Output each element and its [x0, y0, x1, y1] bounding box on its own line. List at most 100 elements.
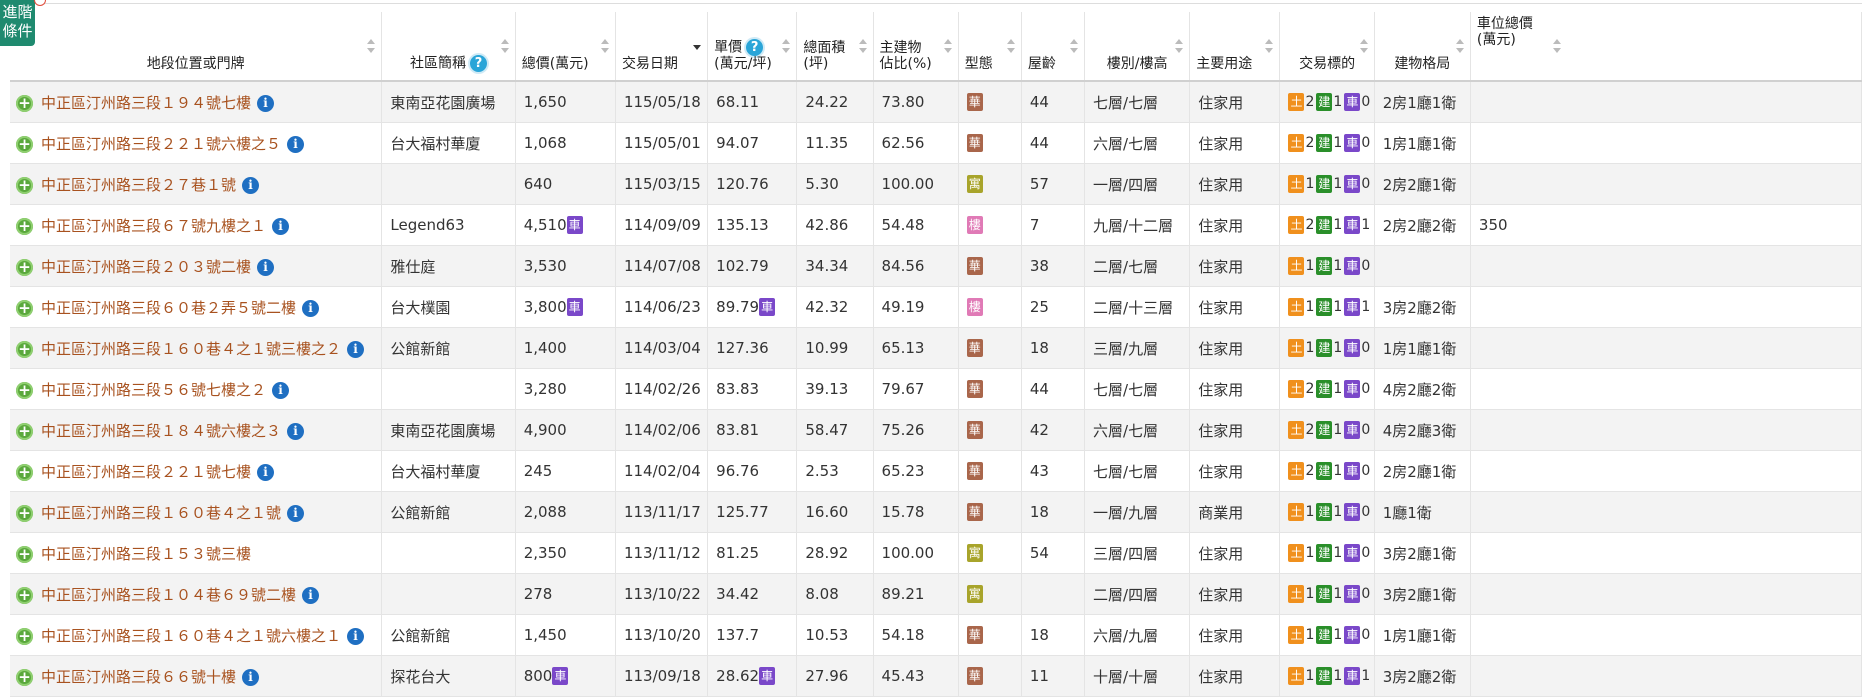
- table-row[interactable]: + 中正區汀州路三段１８４號六樓之３ i 東南亞花園廣場 4,900 114/02/06 8…: [10, 409, 1862, 451]
- sort-icon[interactable]: [1359, 39, 1368, 53]
- col-header-address[interactable]: 地段位置或門牌: [10, 12, 383, 82]
- cell-address[interactable]: + 中正區汀州路三段２２１號七樓 i: [10, 450, 383, 492]
- sort-icon[interactable]: [367, 39, 376, 53]
- table-row[interactable]: + 中正區汀州路三段１０４巷６９號二樓 i 278 113/10/22 34.42 8.08…: [10, 573, 1862, 615]
- col-header-age[interactable]: 屋齡: [1021, 12, 1086, 82]
- info-icon[interactable]: i: [242, 176, 260, 194]
- sort-icon[interactable]: [1175, 39, 1184, 53]
- cell-address[interactable]: + 中正區汀州路三段６６號十樓 i: [10, 655, 383, 697]
- expand-plus-icon[interactable]: +: [16, 545, 33, 563]
- col-header-type[interactable]: 型態: [958, 12, 1022, 82]
- sort-desc-icon[interactable]: [693, 39, 702, 53]
- info-icon[interactable]: i: [302, 586, 320, 604]
- table-row[interactable]: + 中正區汀州路三段５６號七樓之２ i 3,280 114/02/26 83.83 39.1…: [10, 368, 1862, 410]
- cell-address[interactable]: + 中正區汀州路三段２０３號二樓 i: [10, 245, 383, 287]
- sort-icon[interactable]: [600, 39, 609, 53]
- col-header-area[interactable]: 總面積 (坪): [796, 12, 874, 82]
- expand-plus-icon[interactable]: +: [16, 504, 33, 522]
- cell-address[interactable]: + 中正區汀州路三段６０巷２弄５號二樓 i: [10, 286, 383, 328]
- table-row[interactable]: + 中正區汀州路三段２０３號二樓 i 雅仕庭 3,530 114/07/08 102.79 3…: [10, 245, 1862, 287]
- info-icon[interactable]: i: [347, 627, 365, 645]
- cell-address[interactable]: + 中正區汀州路三段１０４巷６９號二樓 i: [10, 573, 383, 615]
- cell-address[interactable]: + 中正區汀州路三段５６號七樓之２ i: [10, 368, 383, 410]
- cell-address[interactable]: + 中正區汀州路三段１８４號六樓之３ i: [10, 409, 383, 451]
- col-header-community[interactable]: 社區簡稱?: [381, 12, 516, 82]
- table-row[interactable]: + 中正區汀州路三段１６０巷４之１號 i 公館新館 2,088 113/11/17 125.…: [10, 491, 1862, 533]
- address-link[interactable]: 中正區汀州路三段５６號七樓之２: [41, 381, 266, 399]
- address-link[interactable]: 中正區汀州路三段６０巷２弄５號二樓: [41, 299, 296, 317]
- cell-address[interactable]: + 中正區汀州路三段１６０巷４之１號 i: [10, 491, 383, 533]
- help-icon[interactable]: ?: [470, 55, 488, 72]
- advanced-filter-button[interactable]: 進階 條件: [0, 0, 35, 46]
- address-link[interactable]: 中正區汀州路三段１８４號六樓之３: [41, 422, 281, 440]
- table-row[interactable]: + 中正區汀州路三段２７巷１號 i 640 115/03/15 120.76 5.30 100…: [10, 163, 1862, 205]
- expand-plus-icon[interactable]: +: [16, 381, 33, 399]
- address-link[interactable]: 中正區汀州路三段１６０巷４之１號: [41, 504, 281, 522]
- col-header-target[interactable]: 交易標的: [1279, 12, 1375, 82]
- address-link[interactable]: 中正區汀州路三段２２１號七樓: [41, 463, 251, 481]
- address-link[interactable]: 中正區汀州路三段２０３號二樓: [41, 258, 251, 276]
- table-row[interactable]: + 中正區汀州路三段６０巷２弄５號二樓 i 台大樸園 3,800 車 114/06/23 89…: [10, 286, 1862, 328]
- sort-icon[interactable]: [858, 39, 867, 53]
- address-link[interactable]: 中正區汀州路三段１５３號三樓: [41, 545, 251, 563]
- info-icon[interactable]: i: [302, 299, 320, 317]
- address-link[interactable]: 中正區汀州路三段１６０巷４之１號三樓之２: [41, 340, 341, 358]
- col-header-usage[interactable]: 主要用途: [1189, 12, 1281, 82]
- expand-plus-icon[interactable]: +: [16, 340, 33, 358]
- table-row[interactable]: + 中正區汀州路三段１６０巷４之１號六樓之１ i 公館新館 1,450 113/10/20…: [10, 614, 1862, 656]
- info-icon[interactable]: i: [257, 94, 275, 112]
- expand-plus-icon[interactable]: +: [16, 627, 33, 645]
- cell-address[interactable]: + 中正區汀州路三段６７號九樓之１ i: [10, 204, 383, 246]
- cell-address[interactable]: + 中正區汀州路三段１６０巷４之１號六樓之１ i: [10, 614, 383, 656]
- cell-address[interactable]: + 中正區汀州路三段２７巷１號 i: [10, 163, 383, 205]
- expand-plus-icon[interactable]: +: [16, 422, 33, 440]
- table-row[interactable]: + 中正區汀州路三段１６０巷４之１號三樓之２ i 公館新館 1,400 114/03/04…: [10, 327, 1862, 369]
- address-link[interactable]: 中正區汀州路三段２２１號六樓之５: [41, 135, 281, 153]
- info-icon[interactable]: i: [257, 258, 275, 276]
- expand-plus-icon[interactable]: +: [16, 135, 33, 153]
- address-link[interactable]: 中正區汀州路三段６６號十樓: [41, 668, 236, 686]
- expand-plus-icon[interactable]: +: [16, 586, 33, 604]
- col-header-total-price[interactable]: 總價(萬元): [515, 12, 616, 82]
- info-icon[interactable]: i: [287, 422, 305, 440]
- col-header-unit-price[interactable]: 單價? (萬元/坪): [707, 12, 798, 82]
- address-link[interactable]: 中正區汀州路三段１９４號七樓: [41, 94, 251, 112]
- table-row[interactable]: + 中正區汀州路三段２２１號七樓 i 台大福村華廈 245 114/02/04 96.76 2…: [10, 450, 1862, 492]
- expand-plus-icon[interactable]: +: [16, 176, 33, 194]
- expand-plus-icon[interactable]: +: [16, 463, 33, 481]
- address-link[interactable]: 中正區汀州路三段２７巷１號: [41, 176, 236, 194]
- sort-icon[interactable]: [782, 39, 791, 53]
- sort-icon[interactable]: [1006, 39, 1015, 53]
- cell-address[interactable]: + 中正區汀州路三段２２１號六樓之５ i: [10, 122, 383, 164]
- sort-icon[interactable]: [1070, 39, 1079, 53]
- col-header-date[interactable]: 交易日期: [615, 12, 709, 82]
- info-icon[interactable]: i: [242, 668, 260, 686]
- col-header-main-building[interactable]: 主建物 佔比(%): [873, 12, 959, 82]
- expand-plus-icon[interactable]: +: [16, 668, 33, 686]
- table-row[interactable]: + 中正區汀州路三段６６號十樓 i 探花台大 800 車 113/09/18 28.62 車 27…: [10, 655, 1862, 697]
- expand-plus-icon[interactable]: +: [16, 217, 33, 235]
- col-header-floor[interactable]: 樓別/樓高: [1084, 12, 1191, 82]
- info-icon[interactable]: i: [287, 135, 305, 153]
- info-icon[interactable]: i: [287, 504, 305, 522]
- sort-icon[interactable]: [943, 39, 952, 53]
- sort-icon[interactable]: [1455, 39, 1464, 53]
- expand-plus-icon[interactable]: +: [16, 299, 33, 317]
- table-row[interactable]: + 中正區汀州路三段６７號九樓之１ i Legend63 4,510 車 114/09/09…: [10, 204, 1862, 246]
- table-row[interactable]: + 中正區汀州路三段１９４號七樓 i 東南亞花園廣場 1,650 115/05/18 68.…: [10, 81, 1862, 123]
- col-header-layout[interactable]: 建物格局: [1374, 12, 1471, 82]
- expand-plus-icon[interactable]: +: [16, 258, 33, 276]
- address-link[interactable]: 中正區汀州路三段１６０巷４之１號六樓之１: [41, 627, 341, 645]
- col-header-parking-price[interactable]: 車位總價 (萬元): [1470, 12, 1862, 82]
- help-icon[interactable]: ?: [746, 39, 764, 56]
- table-row[interactable]: + 中正區汀州路三段２２１號六樓之５ i 台大福村華廈 1,068 115/05/01 94…: [10, 122, 1862, 164]
- info-icon[interactable]: i: [347, 340, 365, 358]
- expand-plus-icon[interactable]: +: [16, 94, 33, 112]
- info-icon[interactable]: i: [272, 381, 290, 399]
- address-link[interactable]: 中正區汀州路三段１０４巷６９號二樓: [41, 586, 296, 604]
- cell-address[interactable]: + 中正區汀州路三段１６０巷４之１號三樓之２ i: [10, 327, 383, 369]
- address-link[interactable]: 中正區汀州路三段６７號九樓之１: [41, 217, 266, 235]
- table-row[interactable]: + 中正區汀州路三段１５３號三樓 2,350 113/11/12 81.25 28.92 1…: [10, 532, 1862, 574]
- cell-address[interactable]: + 中正區汀州路三段１９４號七樓 i: [10, 81, 383, 123]
- info-icon[interactable]: i: [272, 217, 290, 235]
